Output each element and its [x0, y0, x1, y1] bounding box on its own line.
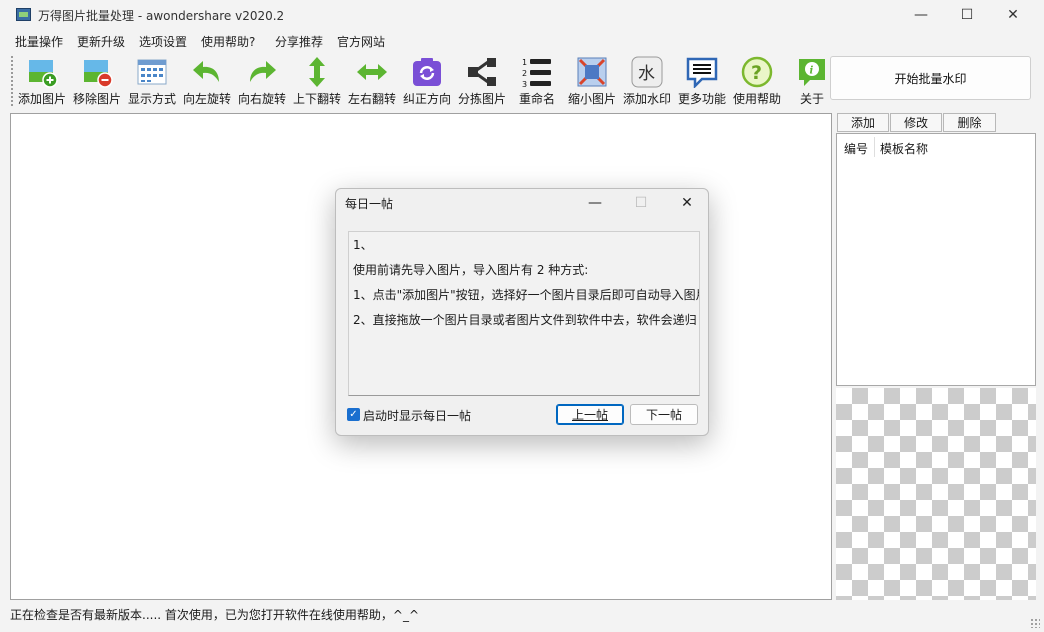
svg-text:1: 1 — [522, 58, 527, 67]
column-template-name[interactable]: 模板名称 — [880, 140, 928, 157]
show-on-startup-label[interactable]: 启动时显示每日一帖 — [363, 407, 471, 424]
svg-text:3: 3 — [522, 80, 527, 88]
menu-bar: 批量操作 更新升级 选项设置 使用帮助? 分享推荐 官方网站 — [0, 30, 1044, 51]
menu-help[interactable]: 使用帮助? — [201, 33, 255, 50]
add-image-icon — [29, 60, 58, 88]
svg-text:i: i — [810, 66, 814, 77]
shrink-image-icon — [577, 57, 607, 87]
show-on-startup-checkbox[interactable]: ✓ — [347, 408, 360, 421]
rotate-left-icon — [193, 61, 219, 82]
template-edit-button[interactable]: 修改 — [890, 113, 942, 132]
next-tip-button[interactable]: 下一帖 — [630, 404, 698, 425]
column-number[interactable]: 编号 — [844, 140, 868, 157]
rename-icon: 1 2 3 — [522, 58, 551, 88]
sort-images-icon — [468, 58, 496, 86]
flip-horizontal-icon — [357, 64, 387, 80]
tip-line: 1、 — [353, 238, 373, 252]
watermark-icon: 水 — [631, 56, 663, 88]
tip-text-area[interactable]: 1、 使用前请先导入图片，导入图片有 2 种方式: 1、点击"添加图片"按钮，选… — [348, 231, 700, 396]
svg-text:水: 水 — [638, 64, 655, 84]
template-add-button[interactable]: 添加 — [837, 113, 889, 132]
more-features-icon — [686, 57, 718, 88]
resize-grip[interactable] — [1030, 618, 1040, 628]
template-list[interactable]: 编号 模板名称 — [836, 133, 1036, 386]
minimize-button[interactable]: — — [898, 0, 944, 30]
column-divider — [874, 137, 875, 157]
dialog-maximize-button: ☐ — [634, 195, 648, 211]
close-button[interactable]: ✕ — [990, 0, 1036, 30]
template-list-header: 编号 模板名称 — [837, 134, 1035, 160]
tip-line: 1、点击"添加图片"按钮，选择好一个图片目录后即可自动导入图片 — [353, 288, 700, 302]
dialog-title: 每日一帖 — [345, 197, 394, 211]
status-bar: 正在检查是否有最新版本..... 首次使用，已为您打开软件在线使用帮助，^_^ — [0, 603, 1044, 632]
remove-image-icon — [84, 60, 113, 88]
flip-vertical-icon — [309, 57, 325, 87]
tip-of-the-day-dialog: 每日一帖 — ☐ ✕ 1、 使用前请先导入图片，导入图片有 2 种方式: 1、点… — [335, 188, 709, 436]
template-delete-button[interactable]: 删除 — [943, 113, 996, 132]
about-icon: i — [799, 59, 825, 86]
app-logo-icon — [16, 8, 31, 21]
window-title: 万得图片批量处理 - awondershare v2020.2 — [38, 9, 285, 23]
menu-options[interactable]: 选项设置 — [139, 33, 187, 50]
tip-line: 使用前请先导入图片，导入图片有 2 种方式: — [353, 263, 589, 277]
title-bar: 万得图片批量处理 - awondershare v2020.2 — ☐ ✕ — [0, 0, 1044, 30]
watermark-preview — [836, 388, 1036, 600]
menu-share[interactable]: 分享推荐 — [275, 33, 323, 50]
svg-text:?: ? — [751, 62, 762, 84]
rotate-right-icon — [250, 61, 276, 82]
menu-website[interactable]: 官方网站 — [337, 33, 385, 50]
correct-orientation-icon — [413, 58, 441, 86]
menu-batch-ops[interactable]: 批量操作 — [15, 33, 63, 50]
svg-text:2: 2 — [522, 69, 527, 78]
toolbar: 添加图片 移除图片 显示方式 向左旋转 向右旋转 上下翻转 左右翻转 纠正方向 … — [10, 52, 830, 110]
start-batch-watermark-button[interactable]: 开始批量水印 — [830, 56, 1031, 100]
menu-update[interactable]: 更新升级 — [77, 33, 125, 50]
tip-line: 2、直接拖放一个图片目录或者图片文件到软件中去，软件会递归 — [353, 313, 697, 327]
grid-view-icon — [137, 59, 167, 85]
dialog-close-button[interactable]: ✕ — [665, 189, 708, 217]
help-icon: ? — [741, 56, 773, 88]
dialog-minimize-button[interactable]: — — [573, 189, 617, 217]
maximize-button[interactable]: ☐ — [944, 0, 990, 30]
status-text: 正在检查是否有最新版本..... 首次使用，已为您打开软件在线使用帮助，^_^ — [10, 608, 419, 622]
previous-tip-button[interactable]: 上一帖 — [556, 404, 624, 425]
